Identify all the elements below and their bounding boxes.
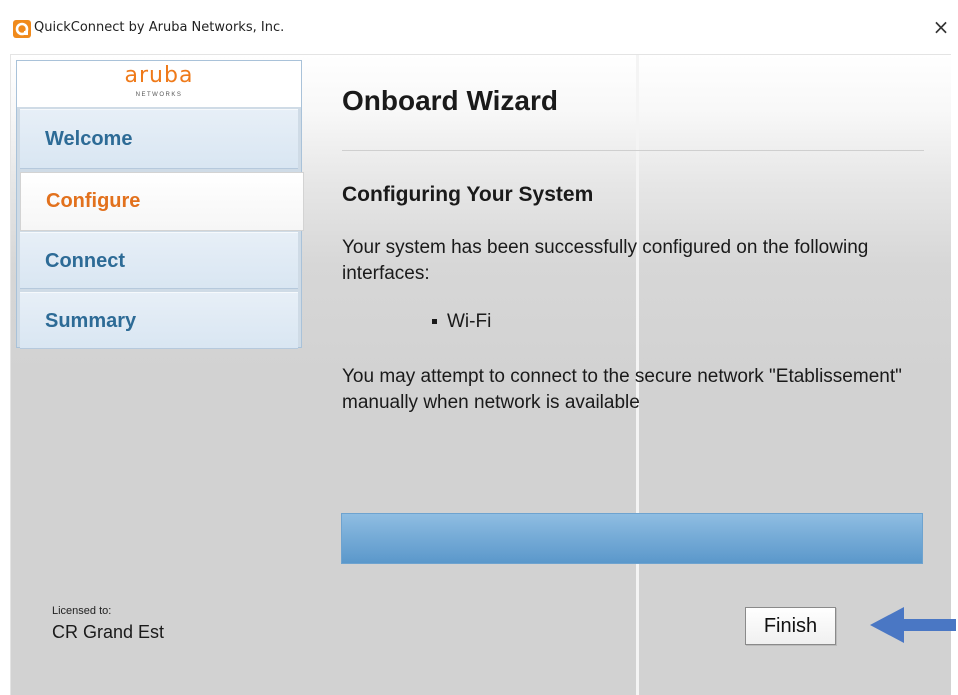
interface-name: Wi-Fi — [447, 311, 492, 332]
bullet-icon — [432, 319, 437, 325]
sidebar-item-configure[interactable]: Configure — [20, 172, 304, 231]
connect-instructions: You may attempt to connect to the secure… — [342, 366, 902, 413]
section-title: Configuring Your System — [342, 183, 594, 206]
progress-bar — [341, 513, 923, 564]
sidebar-item-label: Summary — [45, 310, 137, 332]
wizard-client-area: aruba NETWORKS Welcome Configure Connect… — [10, 54, 951, 695]
sidebar-item-welcome[interactable]: Welcome — [20, 109, 298, 169]
aruba-logo: aruba NETWORKS — [17, 61, 301, 107]
progress-bar-fill — [342, 514, 922, 563]
window-title: QuickConnect by Aruba Networks, Inc. — [34, 20, 285, 35]
sidebar-item-connect[interactable]: Connect — [20, 232, 298, 289]
wizard-sidebar: aruba NETWORKS Welcome Configure Connect… — [16, 60, 304, 349]
sidebar-item-summary[interactable]: Summary — [20, 292, 298, 349]
page-title: Onboard Wizard — [342, 85, 558, 116]
title-bar: QuickConnect by Aruba Networks, Inc. × — [0, 0, 958, 54]
close-icon[interactable]: × — [928, 14, 954, 40]
logo-wordmark: aruba — [124, 63, 194, 88]
quickconnect-window: QuickConnect by Aruba Networks, Inc. × a… — [0, 0, 958, 695]
sidebar-item-label: Welcome — [45, 128, 133, 150]
blue-arrow-pointing-left-icon — [870, 607, 956, 643]
license-holder: CR Grand Est — [52, 622, 165, 642]
license-label: Licensed to: — [52, 605, 112, 617]
interface-list-item: Wi-Fi — [432, 311, 491, 333]
finish-button[interactable]: Finish — [745, 607, 836, 645]
status-message: Your system has been successfully config… — [342, 237, 869, 284]
heading-divider — [342, 150, 924, 151]
logo-subtext: NETWORKS — [135, 92, 183, 98]
quickconnect-app-icon — [13, 20, 31, 38]
sidebar-item-label: Configure — [46, 190, 141, 212]
sidebar-item-label: Connect — [45, 250, 125, 272]
